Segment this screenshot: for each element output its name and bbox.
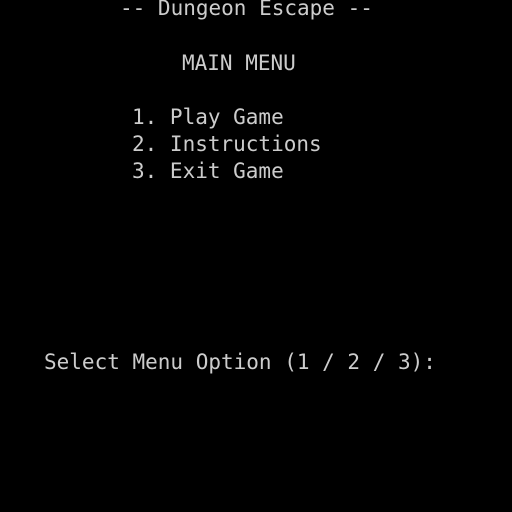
menu-prompt: Select Menu Option (1 / 2 / 3):: [44, 350, 436, 374]
menu-option-input[interactable]: [442, 349, 502, 376]
menu-option-exit-game: 3. Exit Game: [132, 159, 284, 183]
menu-option-play-game: 1. Play Game: [132, 105, 284, 129]
menu-option-instructions: 2. Instructions: [132, 132, 322, 156]
console-window: -- Dungeon Escape -- MAIN MENU 1. Play G…: [0, 0, 512, 512]
game-title: -- Dungeon Escape --: [120, 0, 373, 20]
menu-heading: MAIN MENU: [182, 51, 296, 75]
